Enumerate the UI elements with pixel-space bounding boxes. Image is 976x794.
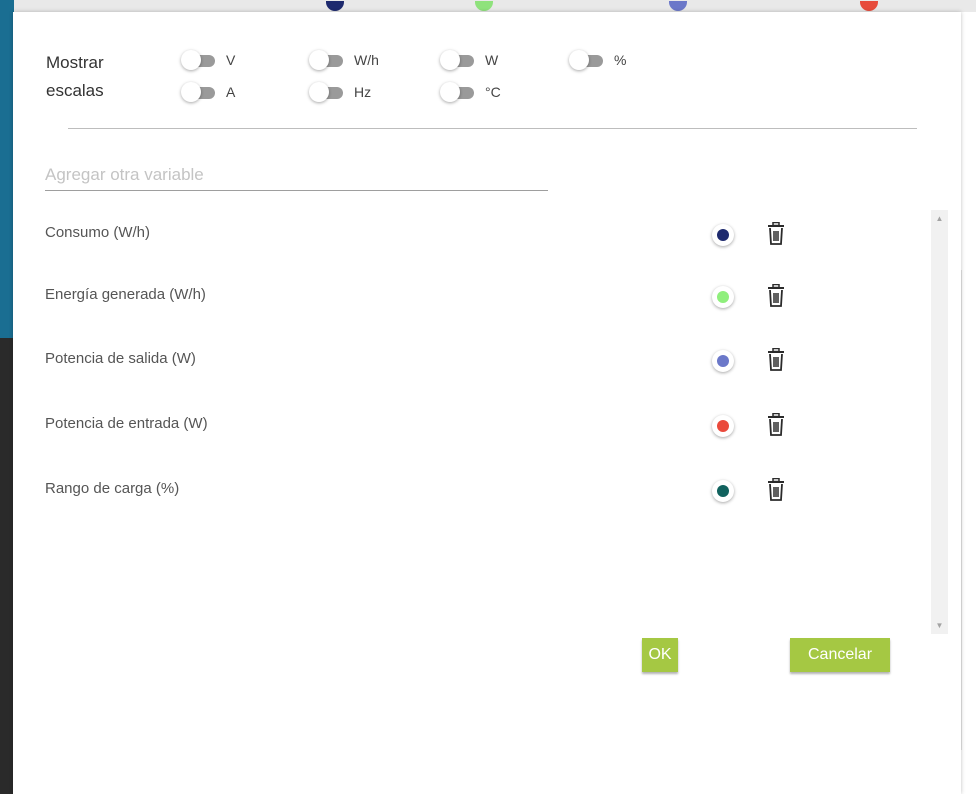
variable-label: Rango de carga (%) bbox=[45, 480, 180, 497]
variable-row-rango-carga: Rango de carga (%) bbox=[26, 470, 916, 510]
variable-label: Potencia de salida (W) bbox=[45, 350, 196, 367]
cancel-button[interactable]: Cancelar bbox=[790, 638, 890, 672]
color-picker-button[interactable] bbox=[712, 224, 734, 246]
scale-toggle-w[interactable]: W bbox=[440, 50, 499, 70]
variable-row-potencia-salida: Potencia de salida (W) bbox=[26, 340, 916, 380]
scale-toggle-label: Hz bbox=[354, 84, 372, 100]
variable-list: Consumo (W/h) Energía generada (W/h) Pot… bbox=[26, 210, 948, 634]
variables-dialog: Mostrar escalas V W/h W % A Hz °C Consum… bbox=[13, 12, 961, 794]
scale-toggle-wh[interactable]: W/h bbox=[309, 50, 379, 70]
scale-toggle-percent[interactable]: % bbox=[569, 50, 627, 70]
variable-row-energia-generada: Energía generada (W/h) bbox=[26, 276, 916, 316]
section-divider bbox=[68, 128, 917, 129]
color-picker-button[interactable] bbox=[712, 286, 734, 308]
toggle-switch[interactable] bbox=[309, 50, 345, 70]
scale-toggle-hz[interactable]: Hz bbox=[309, 82, 372, 102]
variable-label: Consumo (W/h) bbox=[45, 224, 151, 241]
app-sidebar-edge-dark bbox=[0, 338, 14, 794]
scale-toggle-v[interactable]: V bbox=[181, 50, 236, 70]
show-scales-label: Mostrar escalas bbox=[46, 53, 104, 100]
toggle-switch[interactable] bbox=[181, 50, 217, 70]
color-picker-button[interactable] bbox=[712, 350, 734, 372]
toggle-switch[interactable] bbox=[440, 50, 476, 70]
trash-icon[interactable] bbox=[766, 222, 786, 246]
variable-label: Energía generada (W/h) bbox=[45, 286, 206, 303]
trash-icon[interactable] bbox=[766, 348, 786, 372]
background-series-dot bbox=[475, 1, 493, 11]
scale-toggle-a[interactable]: A bbox=[181, 82, 236, 102]
scale-toggle-label: °C bbox=[485, 84, 501, 100]
scale-toggle-label: W/h bbox=[354, 52, 379, 68]
scale-toggle-label: W bbox=[485, 52, 499, 68]
background-panel-edge bbox=[961, 270, 976, 750]
trash-icon[interactable] bbox=[766, 478, 786, 502]
trash-icon[interactable] bbox=[766, 284, 786, 308]
toggle-switch[interactable] bbox=[440, 82, 476, 102]
scale-toggle-label: A bbox=[226, 84, 236, 100]
vertical-scrollbar[interactable]: ▲ ▼ bbox=[931, 210, 948, 634]
ok-button[interactable]: OK bbox=[642, 638, 678, 672]
toggle-switch[interactable] bbox=[181, 82, 217, 102]
app-sidebar-edge bbox=[0, 0, 14, 338]
add-variable-input[interactable] bbox=[45, 160, 548, 191]
color-picker-button[interactable] bbox=[712, 480, 734, 502]
scale-toggle-label: % bbox=[614, 52, 627, 68]
background-series-dot bbox=[860, 1, 878, 11]
background-series-dot bbox=[669, 1, 687, 11]
color-picker-button[interactable] bbox=[712, 415, 734, 437]
scroll-down-arrow-icon[interactable]: ▼ bbox=[931, 617, 948, 634]
trash-icon[interactable] bbox=[766, 413, 786, 437]
variable-row-consumo: Consumo (W/h) bbox=[26, 214, 916, 254]
background-chart-legend-strip bbox=[0, 0, 976, 12]
toggle-switch[interactable] bbox=[569, 50, 605, 70]
variable-label: Potencia de entrada (W) bbox=[45, 415, 208, 432]
scale-toggle-label: V bbox=[226, 52, 236, 68]
toggle-switch[interactable] bbox=[309, 82, 345, 102]
scroll-up-arrow-icon[interactable]: ▲ bbox=[931, 210, 948, 227]
variable-row-potencia-entrada: Potencia de entrada (W) bbox=[26, 405, 916, 445]
background-series-dot bbox=[326, 1, 344, 11]
scale-toggle-celsius[interactable]: °C bbox=[440, 82, 501, 102]
